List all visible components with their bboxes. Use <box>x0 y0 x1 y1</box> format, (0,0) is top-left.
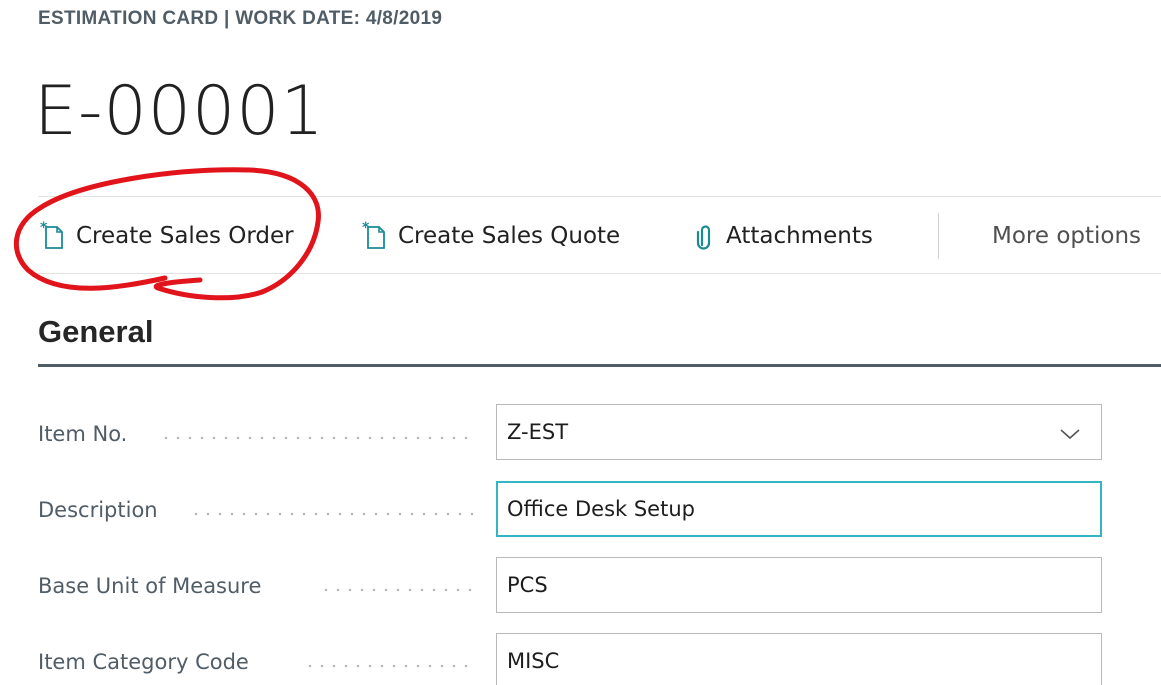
create-sales-order-label: Create Sales Order <box>76 223 294 249</box>
create-sales-quote-label: Create Sales Quote <box>398 223 621 249</box>
item-no-input[interactable]: Z-EST <box>496 404 1102 460</box>
paperclip-icon <box>694 221 716 251</box>
description-value: Office Desk Setup <box>507 497 695 521</box>
svg-text:*: * <box>40 221 48 236</box>
page-title: E-00001 <box>34 72 325 151</box>
chevron-down-icon[interactable] <box>1059 423 1081 447</box>
description-input[interactable]: Office Desk Setup <box>496 481 1102 537</box>
attachments-label: Attachments <box>726 223 873 249</box>
section-title-general: General <box>38 314 154 349</box>
more-options-button[interactable]: More options <box>992 219 1141 253</box>
base-unit-of-measure-input[interactable]: PCS <box>496 557 1102 613</box>
attachments-button[interactable]: Attachments <box>694 219 873 253</box>
description-label: Description <box>38 498 158 522</box>
action-bar: * Create Sales Order * Create Sales Quot… <box>38 196 1161 274</box>
item-category-code-label: Item Category Code <box>38 650 249 674</box>
leader-dots <box>190 512 476 516</box>
leader-dots <box>320 588 476 592</box>
new-document-icon: * <box>362 221 388 251</box>
item-category-code-value: MISC <box>507 649 560 673</box>
create-sales-order-button[interactable]: * Create Sales Order <box>40 219 294 253</box>
page-caption: ESTIMATION CARD | WORK DATE: 4/8/2019 <box>38 8 443 29</box>
item-no-value: Z-EST <box>507 420 569 444</box>
create-sales-quote-button[interactable]: * Create Sales Quote <box>362 219 620 253</box>
item-category-code-input[interactable]: MISC <box>496 633 1102 685</box>
section-divider <box>38 364 1161 367</box>
svg-text:*: * <box>362 221 370 236</box>
leader-dots <box>160 436 476 440</box>
more-options-label: More options <box>992 223 1142 249</box>
base-unit-of-measure-label: Base Unit of Measure <box>38 574 262 598</box>
item-no-label: Item No. <box>38 422 128 446</box>
new-document-icon: * <box>40 221 66 251</box>
action-divider <box>938 213 939 259</box>
estimation-card-page: ESTIMATION CARD | WORK DATE: 4/8/2019 E-… <box>0 0 1161 685</box>
base-unit-of-measure-value: PCS <box>507 573 548 597</box>
leader-dots <box>304 664 476 668</box>
